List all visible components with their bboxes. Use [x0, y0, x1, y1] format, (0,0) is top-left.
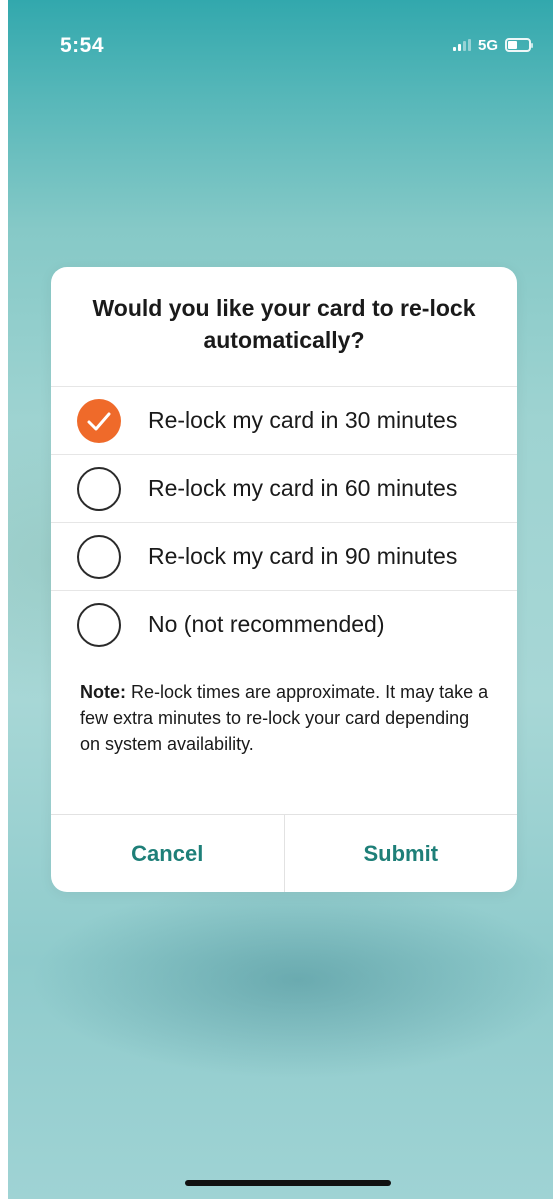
- status-bar: 5:54 5G: [8, 0, 553, 90]
- option-no-relock[interactable]: No (not recommended): [51, 590, 517, 658]
- option-30-minutes[interactable]: Re-lock my card in 30 minutes: [51, 386, 517, 454]
- radio-60-minutes[interactable]: [77, 466, 121, 511]
- radio-30-minutes[interactable]: [77, 398, 121, 443]
- status-time: 5:54: [60, 34, 105, 57]
- note-text: Note: Re-lock times are approximate. It …: [80, 679, 490, 757]
- option-label: Re-lock my card in 60 minutes: [148, 475, 458, 501]
- submit-button[interactable]: Submit: [283, 815, 518, 892]
- note-prefix: Note:: [80, 682, 126, 702]
- app-screen: 5:54 5G Would you like your card to re-l…: [8, 0, 553, 1199]
- cancel-button[interactable]: Cancel: [51, 815, 284, 892]
- note-body: Re-lock times are approximate. It may ta…: [80, 682, 489, 754]
- status-indicators: 5G: [452, 36, 533, 54]
- option-label: Re-lock my card in 30 minutes: [148, 407, 458, 433]
- check-icon: [87, 412, 111, 430]
- signal-icon: [452, 39, 471, 51]
- option-label: Re-lock my card in 90 minutes: [148, 543, 458, 569]
- network-type: 5G: [477, 36, 498, 54]
- dialog-title: Would you like your card to re-lock auto…: [92, 295, 476, 353]
- radio-90-minutes[interactable]: [77, 534, 121, 579]
- option-60-minutes[interactable]: Re-lock my card in 60 minutes: [51, 454, 517, 522]
- option-90-minutes[interactable]: Re-lock my card in 90 minutes: [51, 522, 517, 590]
- dialog-actions: Cancel Submit: [51, 814, 517, 892]
- battery-icon: [505, 38, 533, 52]
- radio-no-relock[interactable]: [77, 602, 121, 647]
- option-label: No (not recommended): [148, 611, 385, 637]
- home-indicator[interactable]: [185, 1180, 391, 1186]
- relock-dialog: Would you like your card to re-lock auto…: [51, 267, 517, 892]
- battery-level: [508, 41, 517, 49]
